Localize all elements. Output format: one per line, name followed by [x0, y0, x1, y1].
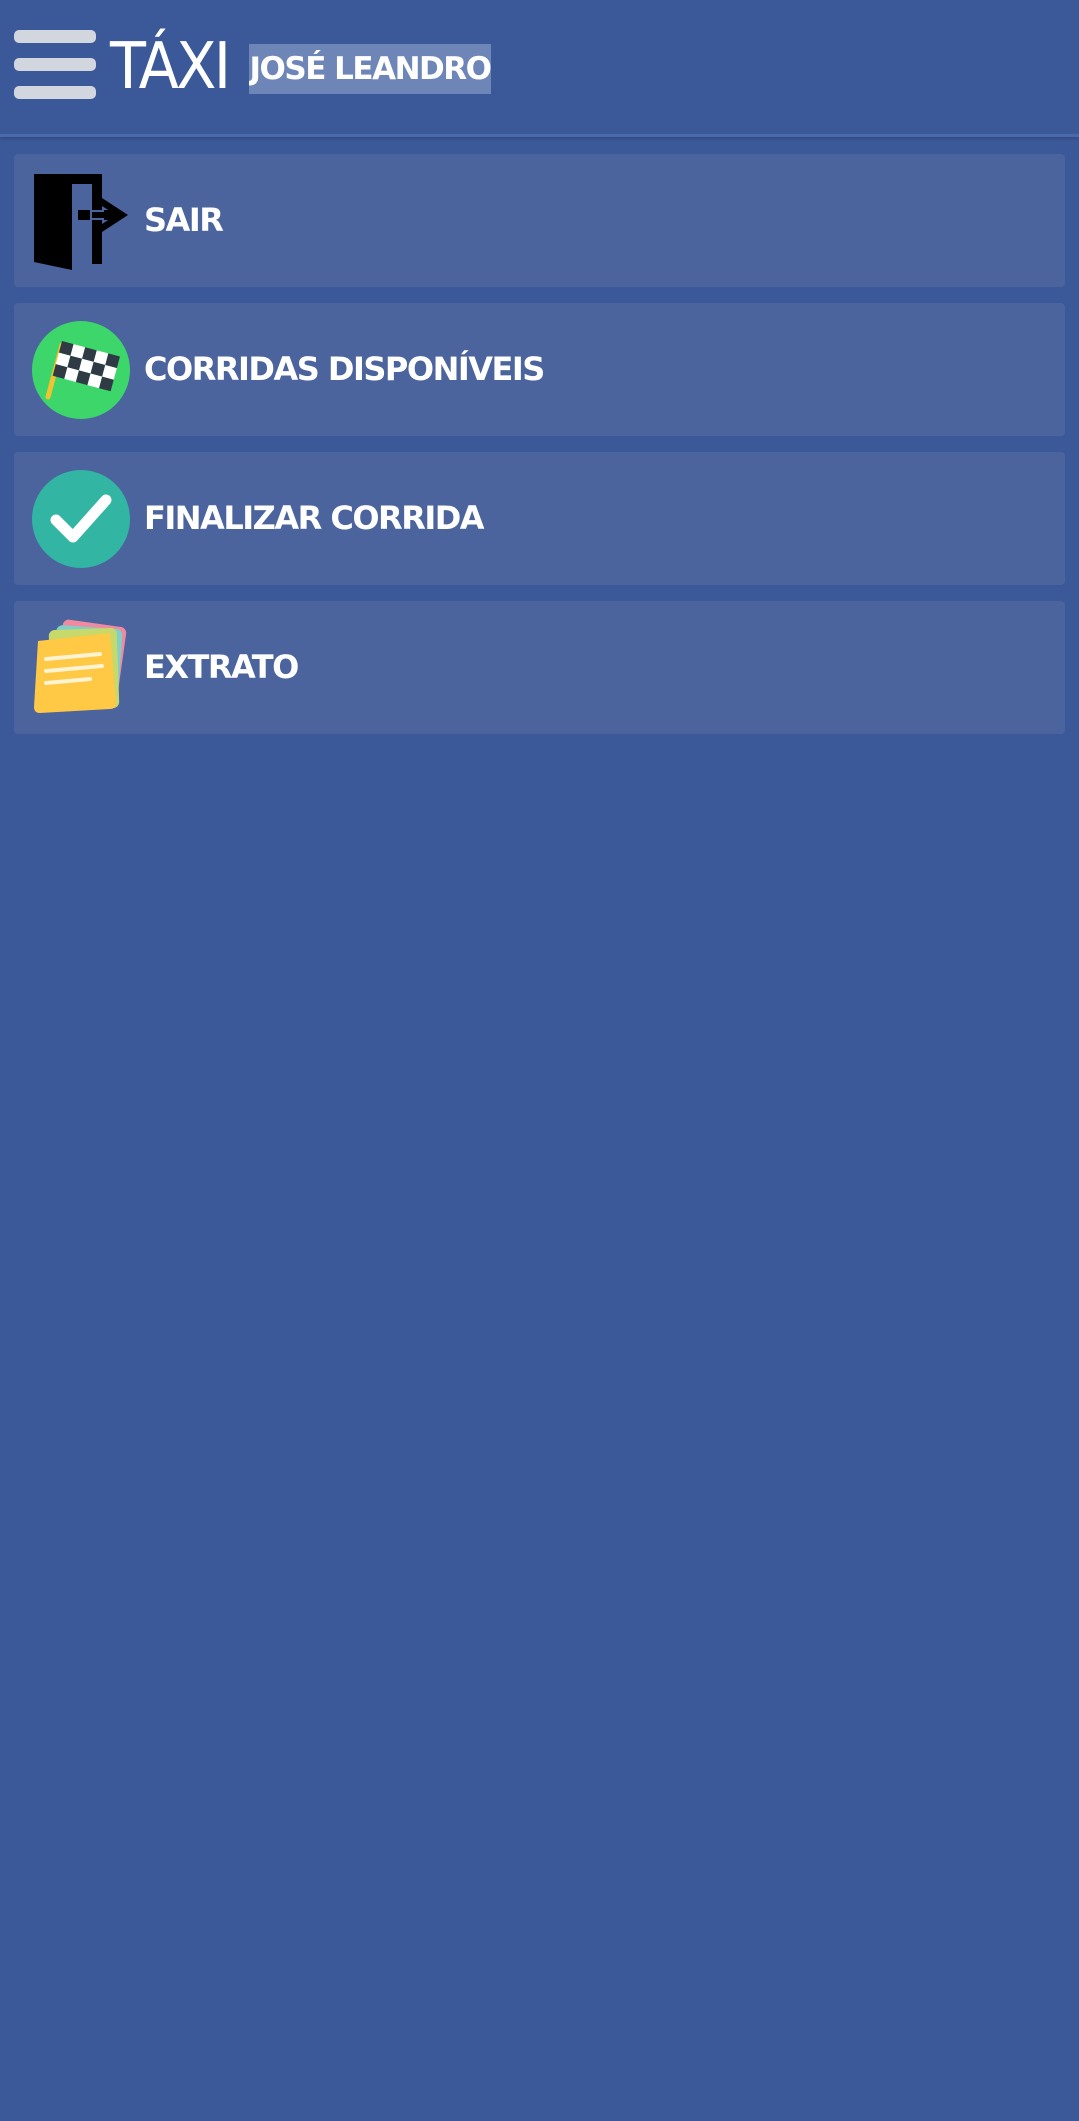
hamburger-menu-icon[interactable] — [14, 30, 96, 100]
hamburger-bar — [14, 58, 96, 71]
exit-door-icon — [32, 172, 130, 270]
app-title: TÁXI — [110, 30, 231, 104]
menu-item-finalizar-corrida[interactable]: FINALIZAR CORRIDA — [14, 452, 1065, 585]
menu-item-label: CORRIDAS DISPONÍVEIS — [144, 350, 545, 388]
checkmark-icon — [32, 470, 130, 568]
menu-item-label: FINALIZAR CORRIDA — [144, 499, 485, 537]
sticky-notes-icon — [32, 619, 130, 717]
hamburger-bar — [14, 30, 96, 43]
menu-item-sair[interactable]: SAIR — [14, 154, 1065, 287]
menu-item-extrato[interactable]: EXTRATO — [14, 601, 1065, 734]
checkered-flag-icon — [32, 321, 130, 419]
hamburger-bar — [14, 86, 96, 99]
menu-item-label: EXTRATO — [144, 648, 299, 686]
menu-item-corridas-disponiveis[interactable]: CORRIDAS DISPONÍVEIS — [14, 303, 1065, 436]
app-header: TÁXI JOSÉ LEANDRO — [0, 0, 1079, 137]
main-menu: SAIR CORRIDAS DISPONÍVEIS FINALIZAR CORR… — [14, 154, 1065, 750]
user-name-badge: JOSÉ LEANDRO — [249, 44, 491, 94]
menu-item-label: SAIR — [144, 201, 224, 239]
